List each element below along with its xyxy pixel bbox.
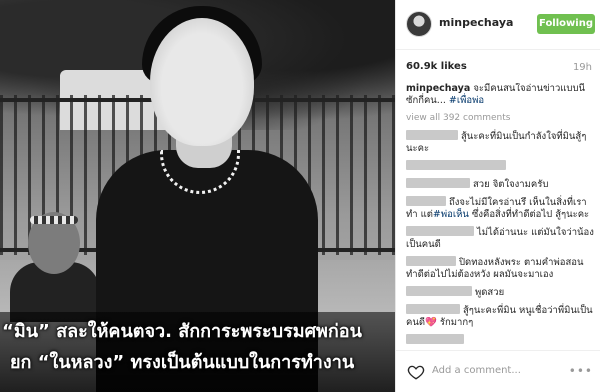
comment-hashtag[interactable]: #พ่อเห็น bbox=[433, 209, 469, 220]
view-all-comments-link[interactable]: view all 392 comments bbox=[406, 112, 596, 124]
post-username[interactable]: minpechaya bbox=[439, 16, 513, 29]
likes-count[interactable]: 60.9k likes bbox=[406, 61, 467, 72]
post-photo: “มิน” สละให้คนตจว. สักการะพระบรมศพก่อน ย… bbox=[0, 0, 395, 392]
redacted-username bbox=[406, 130, 458, 140]
avatar[interactable] bbox=[406, 11, 432, 37]
heart-icon[interactable] bbox=[407, 363, 425, 381]
comment-text: ซึ่งคือสิ่งที่ทำดีต่อไป สู้ๆนะคะ bbox=[468, 209, 590, 220]
more-options-icon[interactable]: ••• bbox=[569, 364, 593, 378]
post-caption: minpechaya จะมีคนสนใจอ่านข่าวแบบนี้ซักกี… bbox=[406, 83, 596, 107]
comment-bar: Add a comment... ••• bbox=[396, 350, 600, 392]
redacted-username bbox=[406, 256, 456, 266]
comment-item: สู้นะคะที่มินเป็นกำลังใจที่มินสู้ๆนะคะ bbox=[406, 130, 596, 155]
redacted-username bbox=[406, 178, 470, 188]
redacted-username bbox=[406, 304, 460, 314]
comment-text: สวย จิตใจงามครับ bbox=[473, 179, 549, 190]
redacted-username bbox=[406, 286, 472, 296]
comment-item: สู้ๆนะคะพี่มิน หนูเชื่อว่าพี่มินเป็นคนดี… bbox=[406, 304, 596, 329]
add-comment-input[interactable]: Add a comment... bbox=[432, 365, 521, 376]
redacted-username bbox=[406, 334, 464, 344]
photo-caption-line-1: “มิน” สละให้คนตจว. สักการะพระบรมศพก่อน bbox=[2, 321, 362, 342]
following-button[interactable]: Following bbox=[537, 14, 595, 34]
comment-item: ไม่ได้อ่านนะ แต่มันใจว่าน้องเป็นคนดี bbox=[406, 226, 596, 251]
comment-item: สวย จิตใจงามครับ bbox=[406, 178, 596, 191]
caption-username[interactable]: minpechaya bbox=[406, 83, 470, 94]
photo-woman-face bbox=[150, 18, 254, 146]
photo-caption-line-2: ยก “ในหลวง” ทรงเป็นต้นแบบในการทำงาน bbox=[10, 352, 355, 373]
caption-hashtag[interactable]: #เพื่อพ่อ bbox=[449, 95, 484, 106]
redacted-username bbox=[406, 226, 474, 236]
comment-text: พูดสวย bbox=[475, 287, 505, 298]
post-header: minpechaya Following bbox=[396, 0, 600, 50]
redacted-username bbox=[406, 160, 506, 170]
redacted-username bbox=[406, 196, 446, 206]
comments-list: minpechaya จะมีคนสนใจอ่านข่าวแบบนี้ซักกี… bbox=[406, 83, 596, 345]
comment-item: ถึงจะไม่มีใครอ่านรึ เห็นในสิ่งที่เราทำ แ… bbox=[406, 196, 596, 221]
comment-item: พูดสวย bbox=[406, 286, 596, 299]
comment-item bbox=[406, 160, 596, 173]
post-time[interactable]: 19h bbox=[573, 62, 592, 73]
photo-girl-headband bbox=[30, 216, 78, 224]
comment-item: ปิดทองหลังพระ ตามคำพ่อสอน ทำดีต่อไปไม่ต้… bbox=[406, 256, 596, 281]
comment-item bbox=[406, 334, 596, 345]
post-side-panel: minpechaya Following 60.9k likes 19h min… bbox=[395, 0, 600, 392]
